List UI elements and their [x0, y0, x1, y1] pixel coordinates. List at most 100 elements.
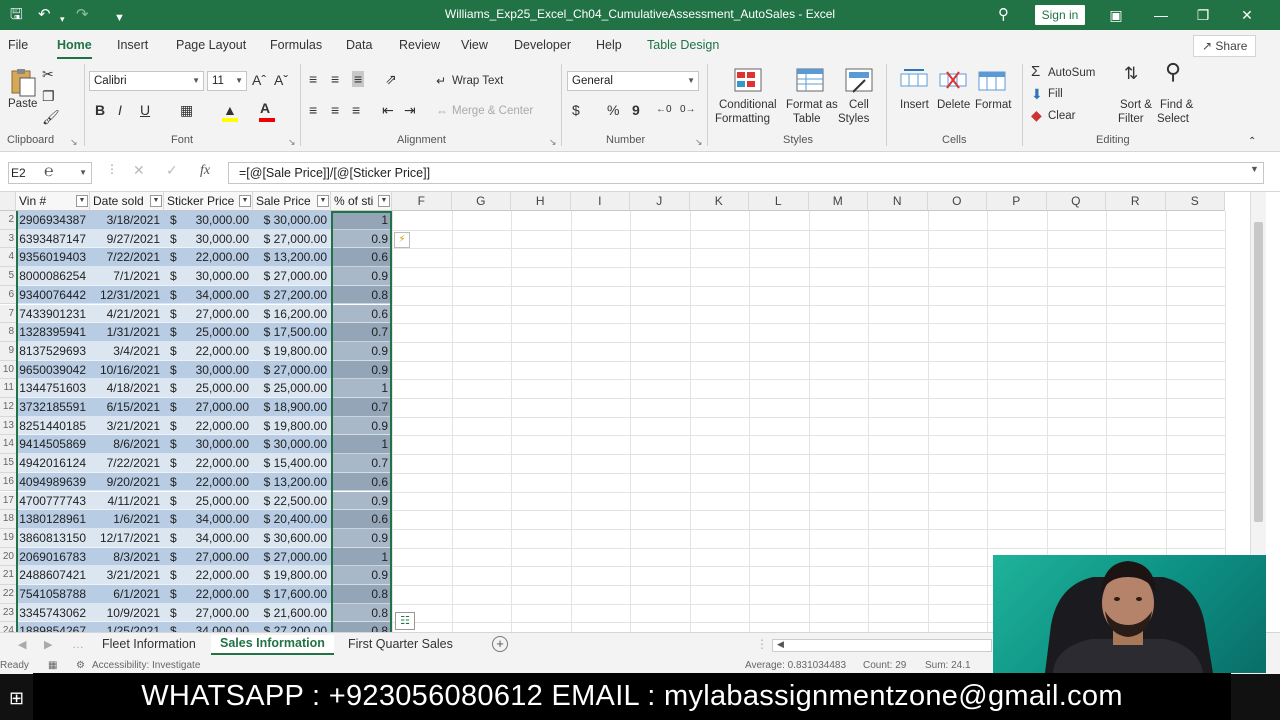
table-cell[interactable]: 1 [331, 547, 392, 567]
bold-button[interactable]: B [95, 102, 105, 118]
table-cell[interactable]: $ 13,200.00 [253, 472, 331, 492]
table-cell[interactable]: 3860813150 [16, 528, 90, 548]
sort-filter-label[interactable]: Sort & [1120, 98, 1152, 112]
clear-icon[interactable]: ◆ [1031, 107, 1042, 123]
table-cell[interactable]: $ 16,200.00 [253, 304, 331, 324]
table-cell[interactable]: $30,000.00 [164, 435, 253, 455]
tab-view[interactable]: View [461, 38, 488, 52]
column-header-i[interactable]: I [570, 192, 630, 211]
table-cell[interactable]: 6/15/2021 [90, 398, 164, 417]
table-cell[interactable]: $ 18,900.00 [253, 398, 331, 417]
tab-insert[interactable]: Insert [117, 38, 148, 52]
font-launcher-icon[interactable]: ↘ [288, 137, 296, 148]
column-header-l[interactable]: L [749, 192, 809, 211]
column-header-r[interactable]: R [1106, 192, 1166, 211]
autosum-icon[interactable]: Σ [1031, 64, 1040, 80]
sheet-tab-first-quarter-sales[interactable]: First Quarter Sales [348, 637, 453, 651]
decrease-indent-icon[interactable]: ⇤ [382, 102, 394, 118]
table-cell[interactable]: 7/1/2021 [90, 267, 164, 286]
row-header[interactable]: 2 [0, 211, 16, 230]
table-cell[interactable]: $27,000.00 [164, 603, 253, 623]
tab-developer[interactable]: Developer [514, 38, 571, 52]
table-cell[interactable]: 1/6/2021 [90, 510, 164, 529]
format-as-table-sub[interactable]: Table [793, 112, 821, 126]
filter-dropdown-icon[interactable]: ▼ [76, 195, 88, 207]
table-cell[interactable]: 1 [331, 379, 392, 398]
table-cell[interactable]: $ 20,400.00 [253, 510, 331, 529]
table-header-cell[interactable]: Date sold ▼ [90, 192, 164, 211]
table-cell[interactable]: 8251440185 [16, 416, 90, 436]
align-bottom-icon[interactable]: ≡ [352, 71, 365, 87]
decrease-decimal-icon[interactable]: 0→ [680, 102, 696, 118]
table-cell[interactable]: $34,000.00 [164, 285, 253, 305]
table-cell[interactable]: 0.7 [331, 323, 392, 342]
table-cell[interactable]: 0.9 [331, 360, 392, 380]
table-cell[interactable]: 3/4/2021 [90, 341, 164, 361]
table-cell[interactable]: $27,000.00 [164, 547, 253, 567]
row-header[interactable]: 10 [0, 360, 16, 380]
windows-start-icon[interactable]: ⊞ [9, 688, 24, 709]
tab-table-design[interactable]: Table Design [647, 38, 719, 52]
table-cell[interactable]: $ 27,000.00 [253, 229, 331, 249]
select-all-corner[interactable] [0, 192, 16, 211]
font-name-combo[interactable]: Calibri ▼ [89, 71, 204, 91]
table-cell[interactable]: $30,000.00 [164, 211, 253, 230]
table-header-cell[interactable]: Vin # ▼ [16, 192, 90, 211]
table-cell[interactable]: $ 27,000.00 [253, 547, 331, 567]
table-cell[interactable]: 0.8 [331, 622, 392, 632]
table-cell[interactable]: 0.9 [331, 566, 392, 585]
table-cell[interactable]: $30,000.00 [164, 267, 253, 286]
row-header[interactable]: 11 [0, 379, 16, 398]
align-right-icon[interactable]: ≡ [352, 102, 360, 118]
table-cell[interactable]: $ 17,600.00 [253, 585, 331, 604]
column-header-j[interactable]: J [630, 192, 690, 211]
borders-icon[interactable]: ▦ [180, 102, 193, 118]
table-cell[interactable]: 2906934387 [16, 211, 90, 230]
table-cell[interactable]: 9356019403 [16, 248, 90, 268]
number-format-combo[interactable]: General ▼ [567, 71, 699, 91]
format-as-table-icon[interactable] [796, 68, 824, 94]
table-cell[interactable]: 0.9 [331, 229, 392, 249]
cell-styles-icon[interactable] [845, 68, 873, 94]
autosum-button[interactable]: AutoSum [1048, 66, 1095, 80]
table-cell[interactable]: $22,000.00 [164, 248, 253, 268]
table-cell[interactable]: 4094989639 [16, 472, 90, 492]
enter-icon[interactable]: ✓ [166, 162, 178, 179]
row-header[interactable]: 6 [0, 285, 16, 305]
align-left-icon[interactable]: ≡ [309, 102, 317, 118]
paste-icon[interactable] [9, 68, 37, 97]
table-cell[interactable]: 0.7 [331, 454, 392, 473]
table-cell[interactable]: 9/27/2021 [90, 229, 164, 249]
table-cell[interactable]: 1/25/2021 [90, 622, 164, 632]
table-cell[interactable]: 0.8 [331, 285, 392, 305]
table-cell[interactable]: 3345743062 [16, 603, 90, 623]
decrease-font-icon[interactable]: Aˇ [274, 72, 288, 88]
find-select-icon[interactable]: ⚲ [1165, 61, 1181, 83]
macro-record-icon[interactable]: ▦ [48, 660, 57, 671]
table-cell[interactable]: 0.9 [331, 267, 392, 286]
row-header[interactable]: 16 [0, 472, 16, 492]
find-select-sub[interactable]: Select [1157, 112, 1189, 126]
table-cell[interactable]: 0.6 [331, 510, 392, 529]
more-sheets-icon[interactable]: … [72, 637, 84, 651]
column-header-s[interactable]: S [1165, 192, 1225, 211]
row-header[interactable]: 22 [0, 585, 16, 604]
row-header[interactable]: 20 [0, 547, 16, 567]
row-header[interactable]: 12 [0, 398, 16, 417]
cut-icon[interactable]: ✂ [42, 66, 54, 82]
table-cell[interactable]: 9414505869 [16, 435, 90, 455]
table-cell[interactable]: 4/18/2021 [90, 379, 164, 398]
table-cell[interactable]: $ 27,200.00 [253, 285, 331, 305]
filter-dropdown-icon[interactable]: ▼ [378, 195, 390, 207]
table-cell[interactable]: 3/21/2021 [90, 566, 164, 585]
tab-home[interactable]: Home [57, 38, 92, 59]
horizontal-scrollbar[interactable]: ◀ [772, 639, 992, 652]
table-cell[interactable]: 9/20/2021 [90, 472, 164, 492]
tab-data[interactable]: Data [346, 38, 372, 52]
column-header-o[interactable]: O [927, 192, 987, 211]
autocorrect-options-icon[interactable]: ⚡ [394, 232, 410, 248]
accessibility-status[interactable]: Accessibility: Investigate [92, 660, 200, 671]
table-cell[interactable]: $ 15,400.00 [253, 454, 331, 473]
underline-button[interactable]: U [140, 102, 150, 118]
column-header-h[interactable]: H [511, 192, 571, 211]
